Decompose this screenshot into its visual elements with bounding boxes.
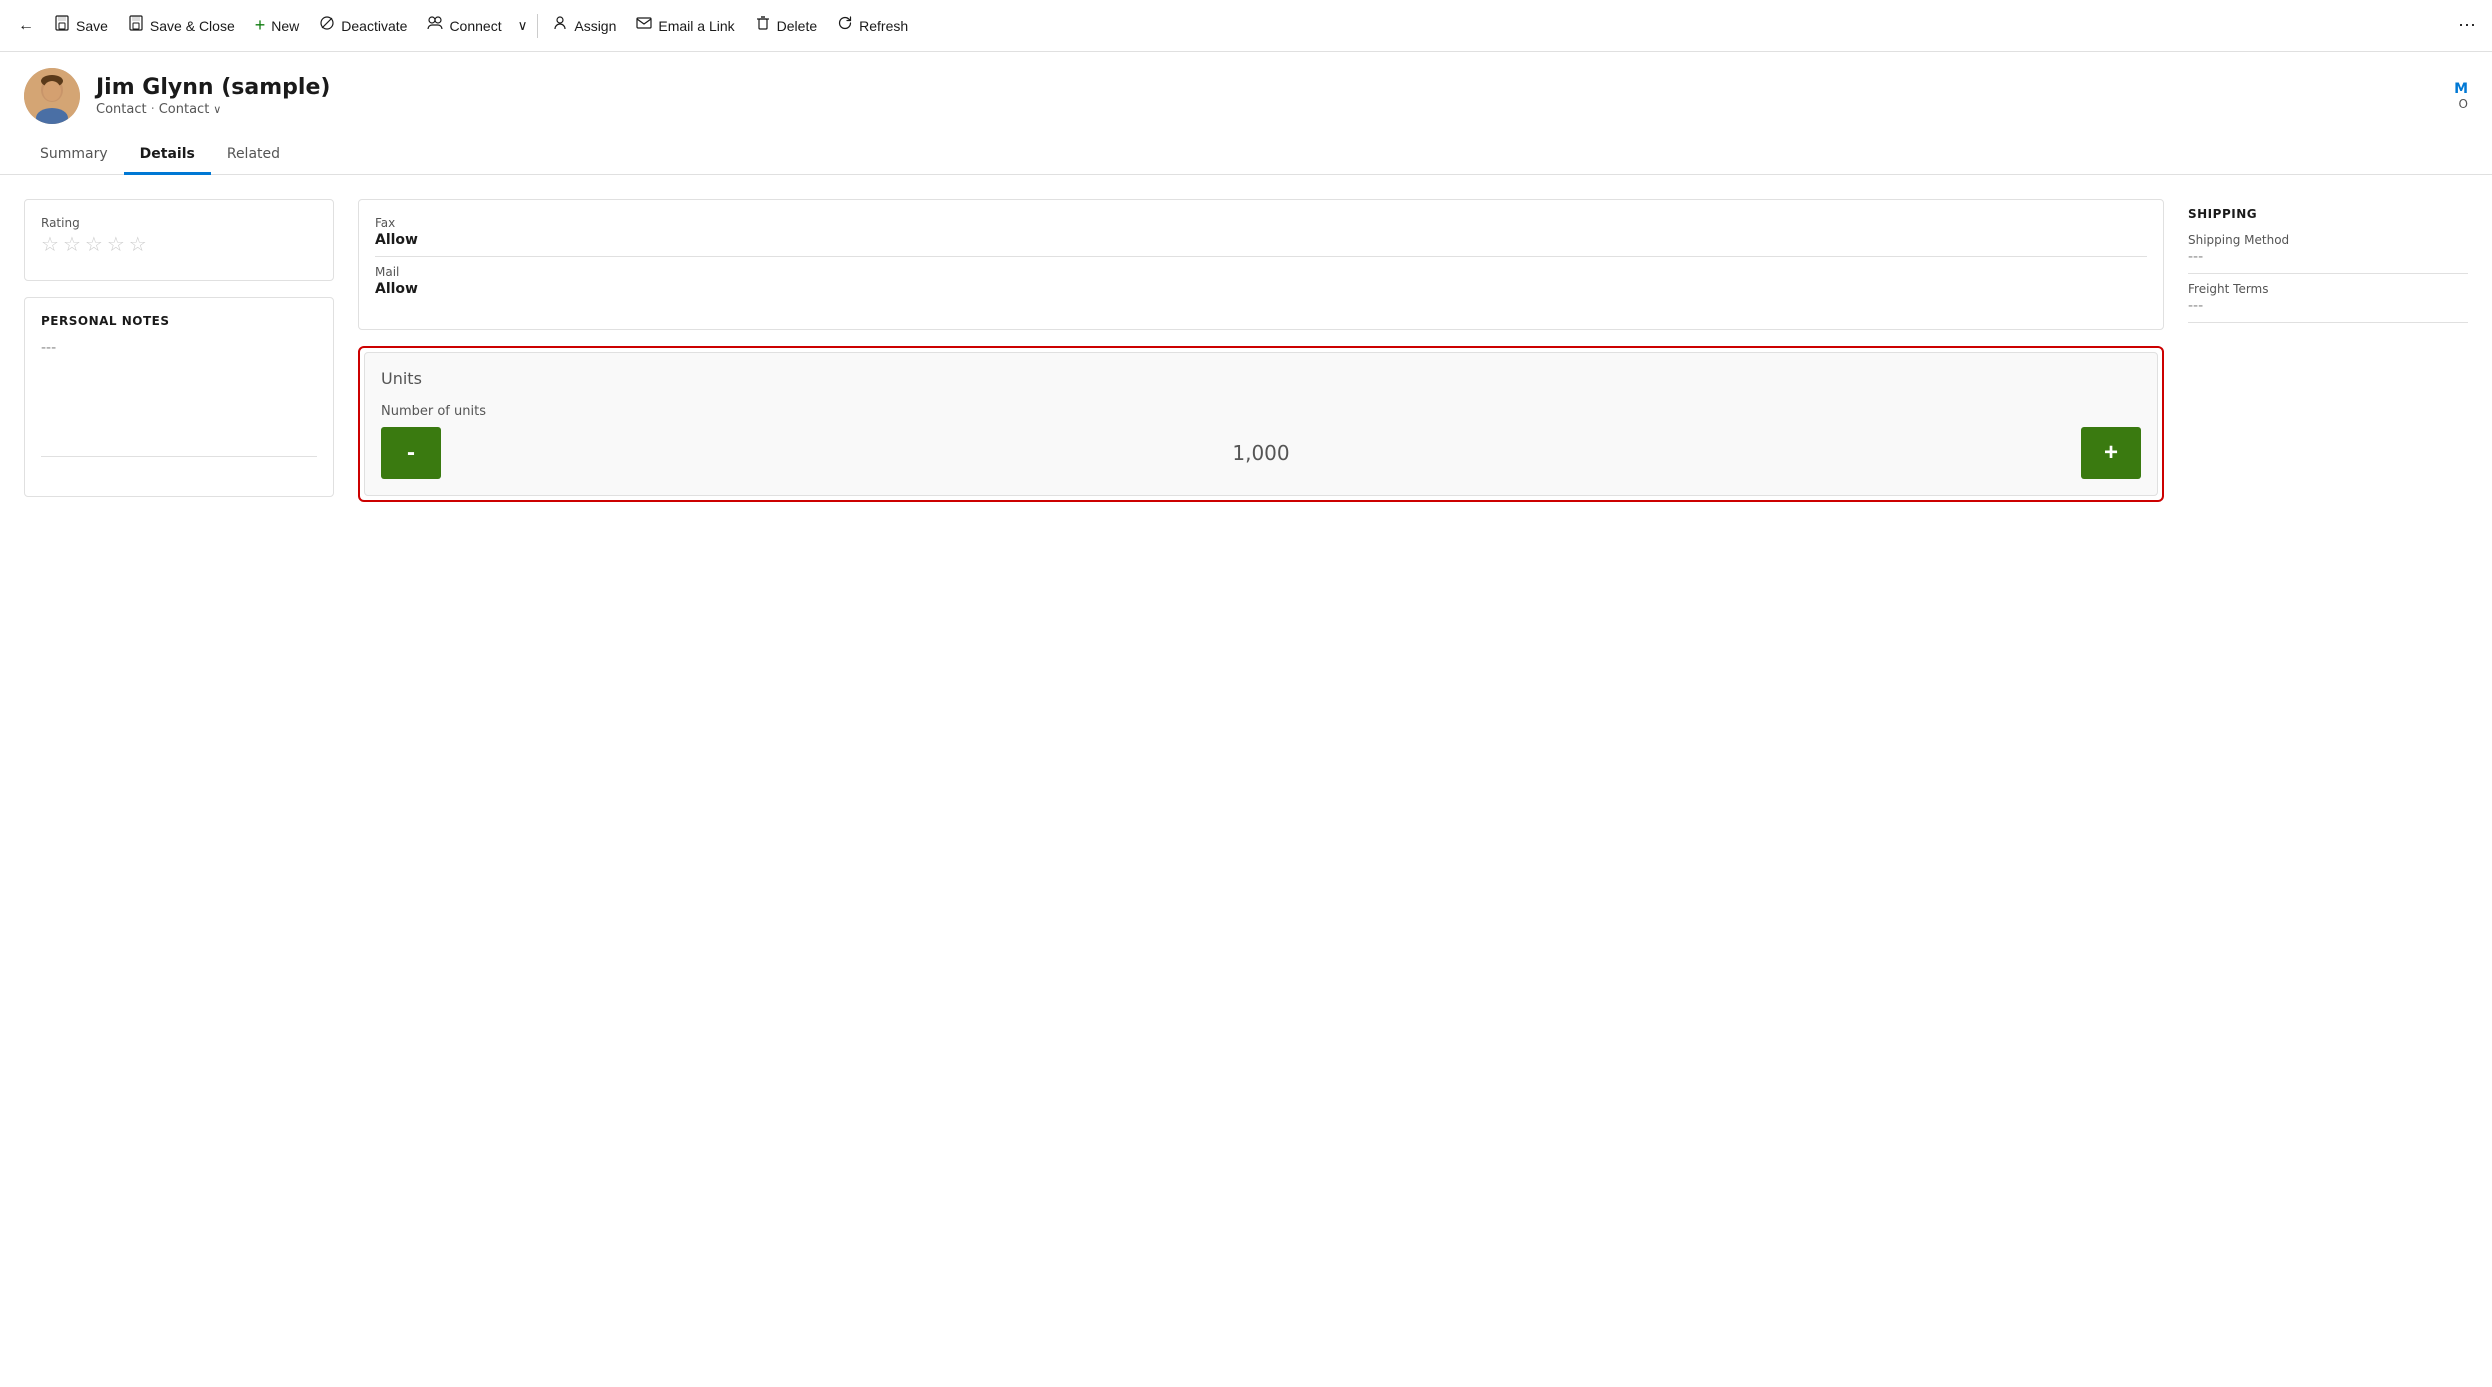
freight-terms-label: Freight Terms xyxy=(2188,282,2468,296)
right-column: SHIPPING Shipping Method --- Freight Ter… xyxy=(2188,199,2468,331)
record-subtitle: Contact · Contact ∨ xyxy=(96,102,330,117)
star-5[interactable]: ☆ xyxy=(129,232,147,256)
chevron-down-icon: ∨ xyxy=(518,18,528,34)
deactivate-button[interactable]: Deactivate xyxy=(309,9,417,42)
middle-column: Fax Allow Mail Allow Units Number of uni… xyxy=(358,199,2164,502)
units-card-wrapper: Units Number of units - 1,000 + xyxy=(358,346,2164,502)
refresh-button[interactable]: Refresh xyxy=(827,9,918,42)
record-header: Jim Glynn (sample) Contact · Contact ∨ M… xyxy=(0,52,2492,124)
connect-chevron[interactable]: ∨ xyxy=(512,12,534,40)
units-card: Units Number of units - 1,000 + xyxy=(364,352,2158,496)
freight-terms-value: --- xyxy=(2188,298,2468,323)
units-decrement-button[interactable]: - xyxy=(381,427,441,479)
toolbar: ← Save Save & Close + New Deactivate Con… xyxy=(0,0,2492,52)
email-icon xyxy=(636,15,652,36)
units-value: 1,000 xyxy=(441,441,2081,465)
back-icon: ← xyxy=(18,17,34,35)
tab-related[interactable]: Related xyxy=(211,136,296,175)
personal-notes-title: PERSONAL NOTES xyxy=(41,314,317,328)
more-options-button[interactable]: ⋯ xyxy=(2450,9,2484,42)
refresh-icon xyxy=(837,15,853,36)
connect-button[interactable]: Connect xyxy=(417,9,511,42)
record-name: Jim Glynn (sample) xyxy=(96,75,330,100)
assign-label: Assign xyxy=(574,18,616,34)
mail-label: Mail xyxy=(375,265,2147,279)
save-label: Save xyxy=(76,18,108,34)
units-title: Units xyxy=(381,369,2141,388)
record-type-chevron[interactable]: ∨ xyxy=(213,103,221,116)
delete-button[interactable]: Delete xyxy=(745,9,827,42)
deactivate-icon xyxy=(319,15,335,36)
refresh-label: Refresh xyxy=(859,18,908,34)
new-icon: + xyxy=(255,15,266,36)
star-1[interactable]: ☆ xyxy=(41,232,59,256)
avatar xyxy=(24,68,80,124)
save-button[interactable]: Save xyxy=(44,9,118,42)
contact-info-card: Fax Allow Mail Allow xyxy=(358,199,2164,330)
connect-icon xyxy=(427,15,443,36)
record-type2: Contact xyxy=(159,102,210,117)
header-right-bottom: O xyxy=(2459,97,2468,111)
units-controls: - 1,000 + xyxy=(381,427,2141,479)
save-icon xyxy=(54,15,70,36)
personal-notes-value: --- xyxy=(41,340,317,356)
email-link-label: Email a Link xyxy=(658,18,734,34)
save-close-button[interactable]: Save & Close xyxy=(118,9,245,42)
content-area: Rating ☆ ☆ ☆ ☆ ☆ PERSONAL NOTES --- Fax … xyxy=(0,175,2492,502)
shipping-method-value: --- xyxy=(2188,249,2468,274)
tab-summary[interactable]: Summary xyxy=(24,136,124,175)
save-close-icon xyxy=(128,15,144,36)
subtitle-dot: · xyxy=(151,102,155,117)
back-button[interactable]: ← xyxy=(8,11,44,41)
assign-button[interactable]: Assign xyxy=(542,9,626,42)
tab-details[interactable]: Details xyxy=(124,136,211,175)
increment-label: + xyxy=(2104,439,2118,467)
units-increment-button[interactable]: + xyxy=(2081,427,2141,479)
tabs: Summary Details Related xyxy=(0,136,2492,175)
header-right-top: M xyxy=(2454,81,2468,97)
fax-value: Allow xyxy=(375,232,2147,257)
shipping-method-label: Shipping Method xyxy=(2188,233,2468,247)
units-field-label: Number of units xyxy=(381,404,2141,419)
assign-icon xyxy=(552,15,568,36)
star-3[interactable]: ☆ xyxy=(85,232,103,256)
email-link-button[interactable]: Email a Link xyxy=(626,9,744,42)
left-column: Rating ☆ ☆ ☆ ☆ ☆ PERSONAL NOTES --- xyxy=(24,199,334,497)
stars-container: ☆ ☆ ☆ ☆ ☆ xyxy=(41,232,317,264)
deactivate-label: Deactivate xyxy=(341,18,407,34)
rating-label: Rating xyxy=(41,216,317,230)
shipping-section: SHIPPING Shipping Method --- Freight Ter… xyxy=(2188,199,2468,323)
record-type1: Contact xyxy=(96,102,147,117)
fax-label: Fax xyxy=(375,216,2147,230)
more-icon: ⋯ xyxy=(2458,15,2476,36)
record-title-area: Jim Glynn (sample) Contact · Contact ∨ xyxy=(96,75,330,117)
star-2[interactable]: ☆ xyxy=(63,232,81,256)
connect-label: Connect xyxy=(449,18,501,34)
star-4[interactable]: ☆ xyxy=(107,232,125,256)
toolbar-separator xyxy=(537,14,538,38)
delete-label: Delete xyxy=(777,18,817,34)
save-close-label: Save & Close xyxy=(150,18,235,34)
mail-value: Allow xyxy=(375,281,2147,305)
decrement-label: - xyxy=(407,439,415,467)
new-label: New xyxy=(271,18,299,34)
shipping-title: SHIPPING xyxy=(2188,207,2468,221)
new-button[interactable]: + New xyxy=(245,9,310,42)
personal-notes-card: PERSONAL NOTES --- xyxy=(24,297,334,497)
delete-icon xyxy=(755,15,771,36)
rating-card: Rating ☆ ☆ ☆ ☆ ☆ xyxy=(24,199,334,281)
